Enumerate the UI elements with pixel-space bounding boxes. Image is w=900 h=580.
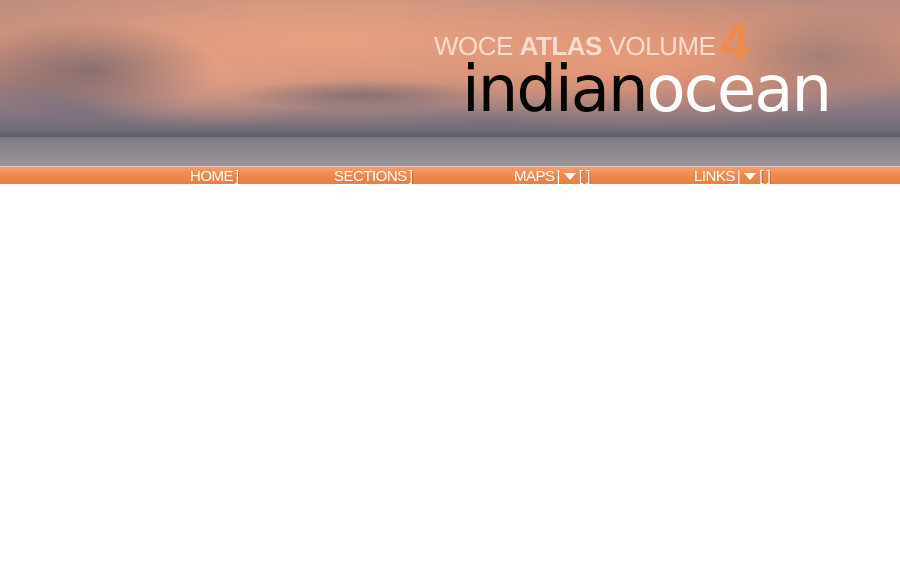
site-title-indian: indian — [462, 53, 649, 127]
page: WOCE ATLAS VOLUME 4 indianocean HOME ] S… — [0, 0, 900, 580]
nav-bracket: ] — [408, 167, 413, 185]
main-content — [0, 184, 900, 580]
chevron-down-icon[interactable] — [744, 173, 757, 180]
nav-item-links[interactable]: LINKS | [ ] — [694, 167, 771, 185]
banner-cloud — [230, 80, 490, 110]
nav-item-label: HOME — [190, 167, 234, 185]
nav-item-sections[interactable]: SECTIONS ] — [334, 167, 413, 185]
nav-bracket: ] — [235, 167, 239, 185]
nav-bracket: [ ] — [759, 167, 771, 185]
header-banner: WOCE ATLAS VOLUME 4 indianocean — [0, 0, 900, 166]
nav-item-label: MAPS — [514, 167, 555, 185]
nav-bracket: [ ] — [578, 167, 591, 185]
site-title: indianocean — [462, 52, 832, 128]
banner-sea — [0, 138, 900, 166]
nav-item-home[interactable]: HOME ] — [190, 167, 239, 185]
nav-separator: | — [556, 167, 561, 185]
nav-bar: HOME ] SECTIONS ] MAPS | [ ] LINKS | [ ] — [0, 166, 900, 185]
nav-item-label: LINKS — [694, 167, 735, 185]
chevron-down-icon[interactable] — [563, 173, 576, 180]
site-title-ocean: ocean — [646, 53, 832, 127]
banner-cloud — [0, 20, 220, 120]
nav-item-maps[interactable]: MAPS | [ ] — [514, 167, 590, 185]
nav-separator: | — [736, 167, 741, 185]
nav-item-label: SECTIONS — [334, 167, 407, 185]
